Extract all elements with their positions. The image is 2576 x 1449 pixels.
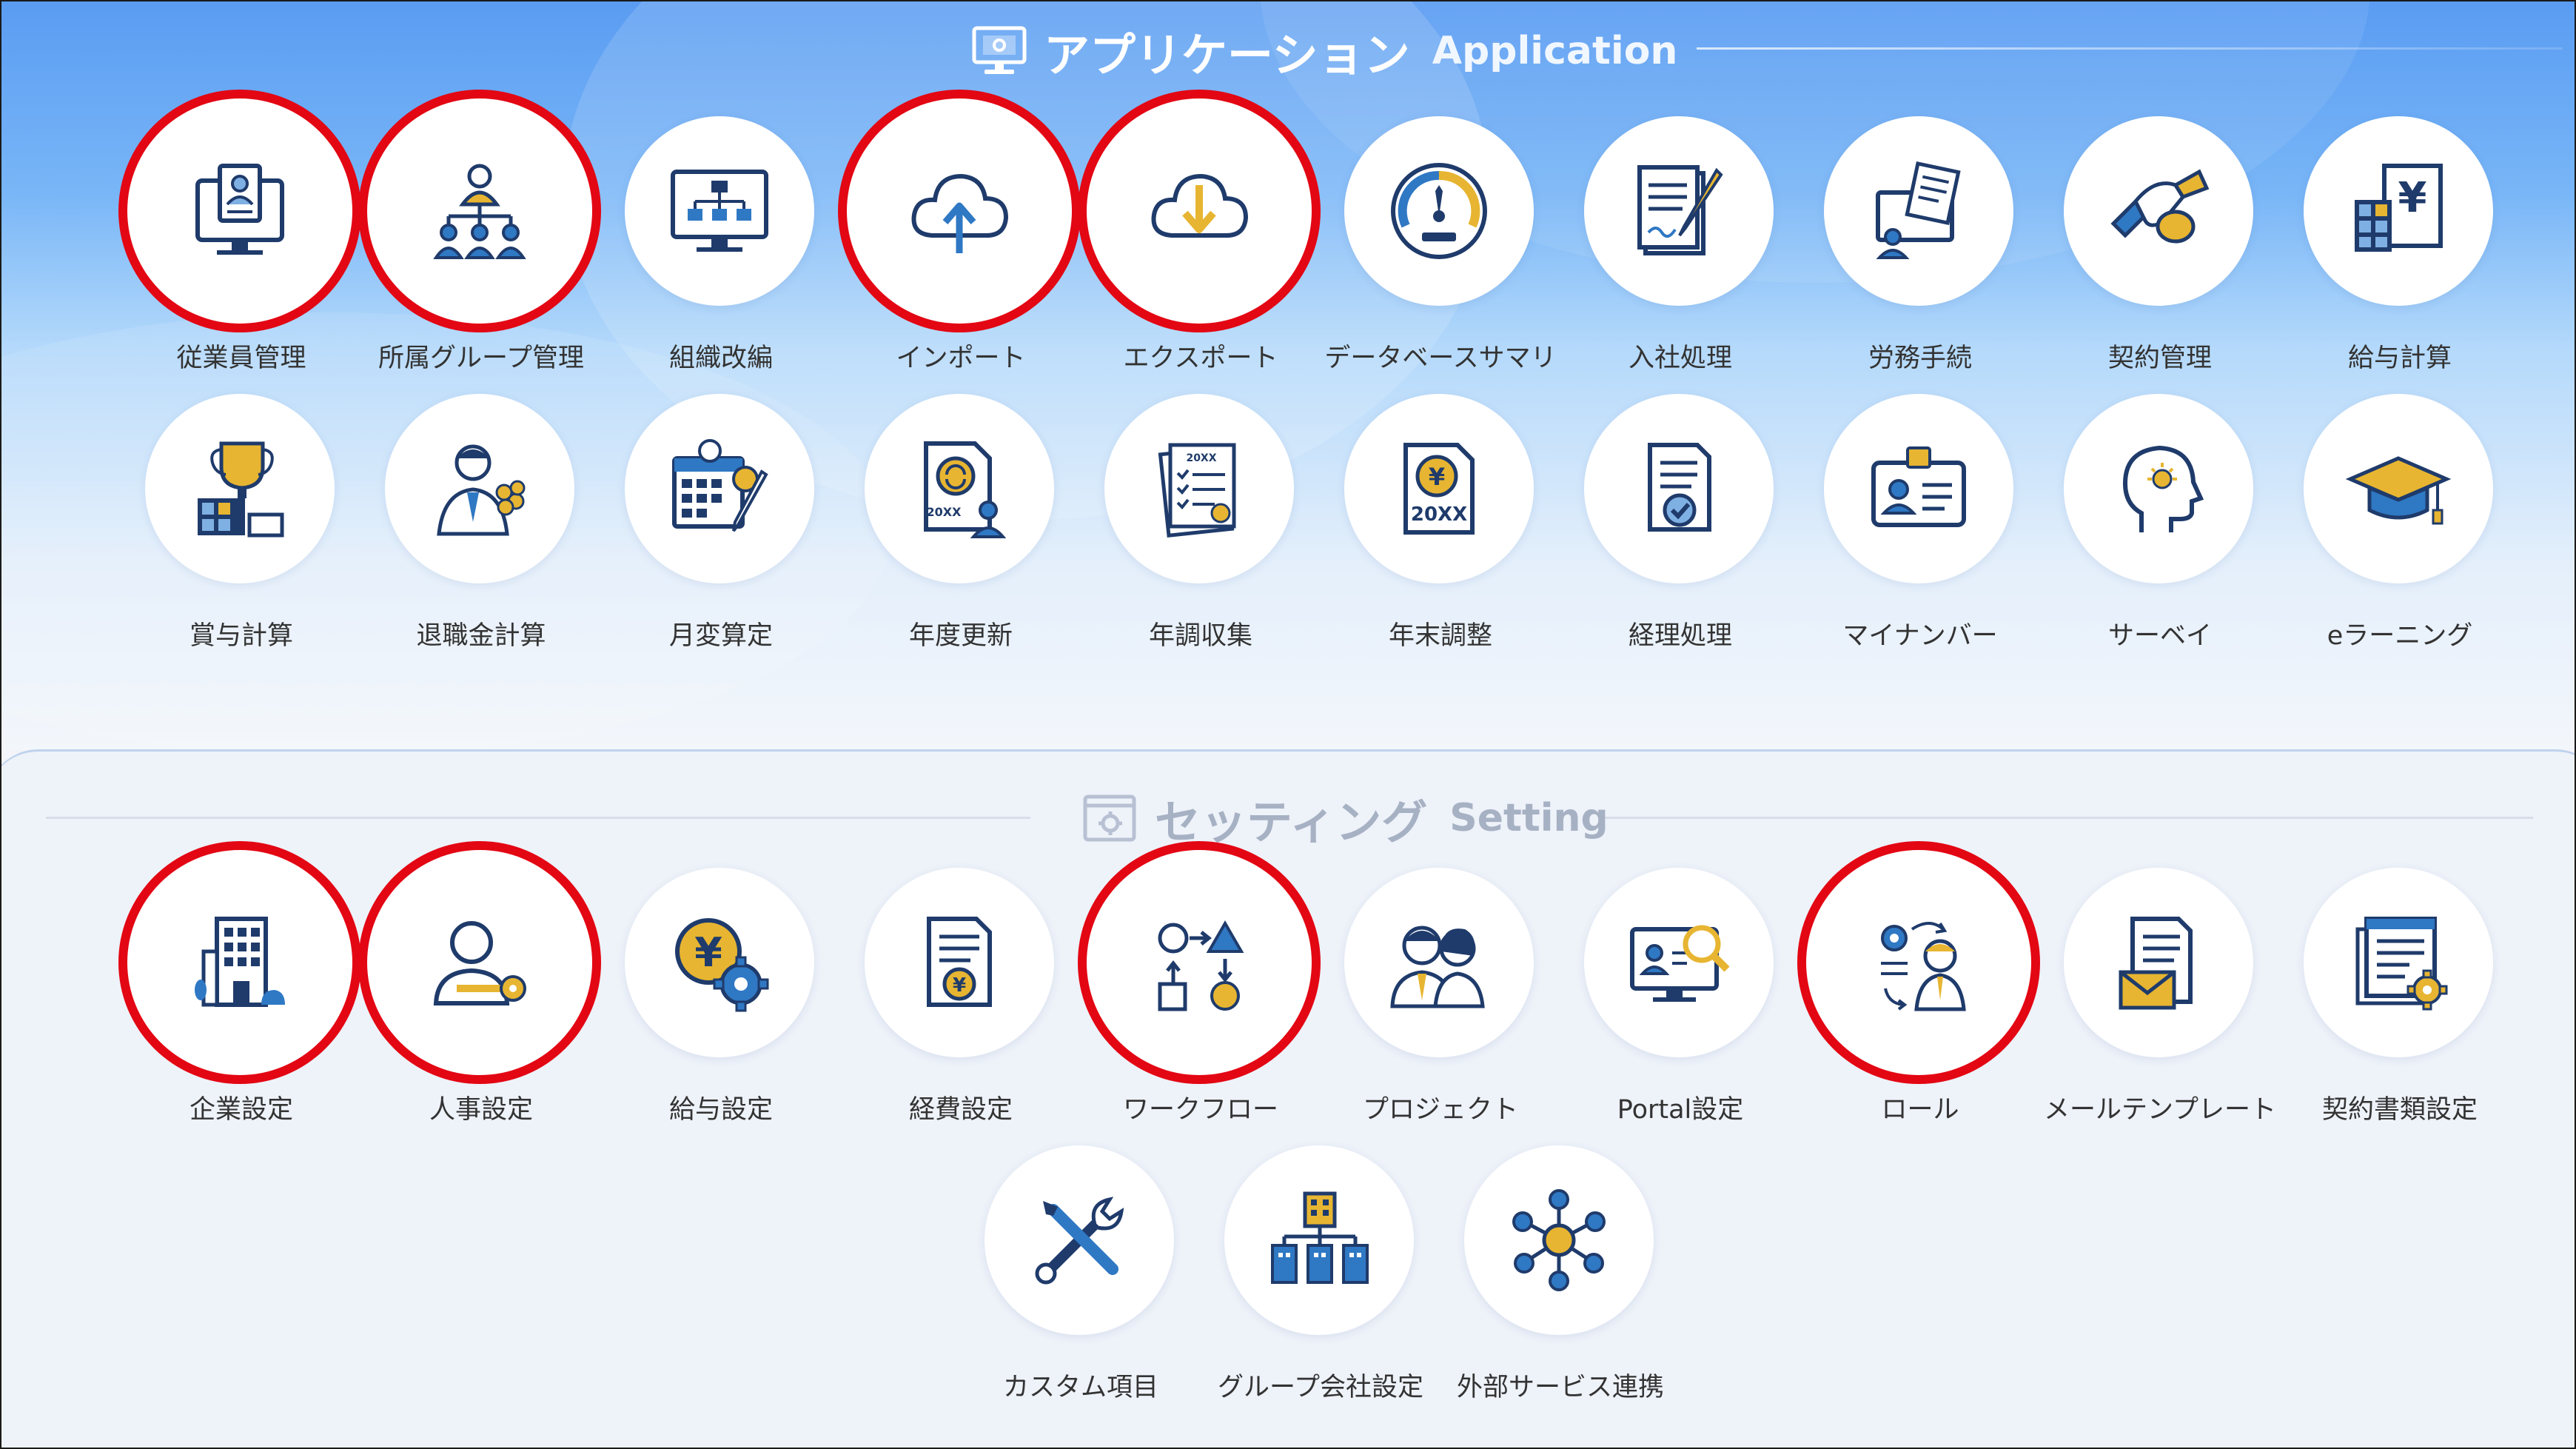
contract-settings-icon (2355, 917, 2448, 1011)
annual-update-icon: 20XX (924, 441, 1007, 538)
tile-circle[interactable] (2064, 394, 2253, 583)
handshake-icon (2110, 169, 2210, 244)
setting-title-jp: セッティング (1155, 795, 1428, 849)
tile-circle[interactable] (625, 394, 814, 583)
application-section-header: アプリケーション Application (971, 18, 1677, 84)
year-end-collection-icon: 20XX (1158, 443, 1236, 538)
tile-circle[interactable]: ¥ 20XX (1344, 394, 1534, 583)
tile-label: 給与計算 (2347, 344, 2452, 373)
tile-circle[interactable]: 20XX (1104, 394, 1294, 583)
tools-icon (1035, 1197, 1124, 1285)
tile-label: eラーニング (2327, 621, 2473, 651)
tile-circle[interactable] (985, 1145, 1174, 1335)
payroll-calculator-icon: ¥ (2355, 164, 2443, 252)
svg-text:¥: ¥ (2398, 174, 2427, 222)
tile-circle[interactable] (1584, 116, 1774, 306)
tile-circle[interactable] (1464, 1145, 1654, 1335)
tile-circle[interactable]: ¥ (865, 868, 1054, 1057)
cloud-download-icon (1151, 173, 1249, 238)
application-title-en: Application (1432, 29, 1678, 73)
expense-document-icon: ¥ (927, 917, 992, 1007)
retirement-bouquet-icon (437, 444, 526, 536)
tile-circle[interactable]: ¥ (625, 868, 814, 1057)
svg-text:20XX: 20XX (927, 505, 962, 519)
monitor-settings-icon (972, 26, 1027, 74)
graduation-cap-icon (2345, 456, 2452, 525)
tile-circle[interactable] (1584, 394, 1774, 583)
tile-label: 契約書類設定 (2321, 1095, 2478, 1125)
tile-circle[interactable] (1344, 868, 1534, 1057)
tile-circle[interactable] (2304, 394, 2493, 583)
tile-label: 外部サービス連携 (1456, 1373, 1664, 1402)
svg-text:¥: ¥ (953, 974, 966, 997)
svg-text:¥: ¥ (1429, 463, 1445, 491)
app-tile-e-learning[interactable]: eラーニング (2281, 394, 2518, 653)
group-companies-icon (1271, 1191, 1369, 1284)
tile-circle[interactable]: ¥ (2304, 116, 2493, 306)
tile-circle[interactable] (385, 116, 574, 306)
tile-circle[interactable] (2064, 116, 2253, 306)
tile-circle[interactable]: 20XX (865, 394, 1054, 583)
person-key-icon (433, 921, 526, 1005)
application-title-jp: アプリケーション (1044, 28, 1410, 82)
tile-circle[interactable] (145, 394, 335, 583)
tile-circle[interactable] (1344, 116, 1534, 306)
labor-documents-icon (1876, 161, 1961, 259)
accounting-check-icon (1648, 443, 1711, 532)
tile-circle[interactable] (385, 394, 574, 583)
portal-search-icon (1630, 925, 1730, 1002)
setting-title-en: Setting (1449, 796, 1609, 840)
tile-circle[interactable] (1104, 116, 1294, 306)
workflow-shapes-icon (1158, 920, 1244, 1011)
svg-text:20XX: 20XX (1186, 452, 1216, 464)
tile-circle[interactable] (145, 116, 335, 306)
tile-circle[interactable] (1224, 1145, 1414, 1335)
tile-circle[interactable] (385, 868, 574, 1057)
network-hub-icon (1512, 1189, 1606, 1291)
tile-circle[interactable] (2064, 868, 2253, 1057)
yen-gear-icon: ¥ (675, 918, 769, 1012)
application-header-rule (1697, 47, 2563, 50)
contract-pen-icon (1637, 165, 1723, 255)
setting-tile-contract-documents[interactable]: 契約書類設定 (2281, 868, 2518, 1127)
app-tile-payroll-calculation[interactable]: ¥ 給与計算 (2281, 116, 2518, 375)
setting-section-header: セッティング Setting (1082, 785, 1609, 851)
id-card-icon (1871, 446, 1966, 527)
tile-circle[interactable] (1104, 868, 1294, 1057)
setting-tile-external-services[interactable]: 外部サービス連携 (1442, 1145, 1679, 1405)
cloud-upload-icon (911, 173, 1009, 253)
app-launcher-window: アプリケーション Application セッティング Setting 従業員管… (0, 0, 2576, 1449)
svg-text:¥: ¥ (694, 929, 722, 976)
tile-circle[interactable] (1584, 868, 1774, 1057)
setting-header-rule-right (1600, 817, 2533, 819)
window-gear-icon (1083, 794, 1136, 842)
survey-head-icon (2122, 445, 2204, 532)
svg-text:20XX: 20XX (1411, 503, 1467, 526)
org-chart-monitor-icon (671, 170, 768, 252)
org-group-icon (433, 164, 526, 259)
setting-header-rule-left (46, 817, 1030, 819)
role-gear-icon (1881, 922, 1966, 1011)
gauge-icon (1391, 163, 1487, 259)
tile-circle[interactable] (1824, 868, 2013, 1057)
tile-circle[interactable] (865, 116, 1054, 306)
bonus-trophy-icon (198, 441, 284, 538)
tile-circle[interactable] (1824, 116, 2013, 306)
calendar-calc-icon (672, 439, 768, 532)
tile-circle[interactable] (625, 116, 814, 306)
mail-template-icon (2119, 917, 2193, 1010)
year-end-adjustment-icon: ¥ 20XX (1403, 443, 1475, 535)
tile-circle[interactable] (1824, 394, 2013, 583)
employee-card-icon (195, 164, 284, 255)
company-building-icon (195, 917, 285, 1007)
project-team-icon (1390, 926, 1485, 1008)
tile-circle[interactable] (2304, 868, 2493, 1057)
tile-circle[interactable] (145, 868, 335, 1057)
